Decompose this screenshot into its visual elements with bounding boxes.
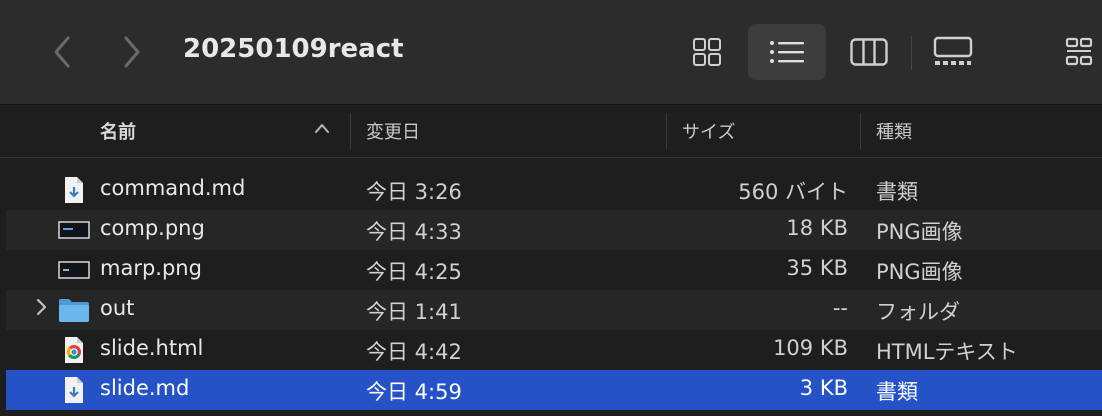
group-icon [1065, 37, 1093, 66]
toolbar: 20250109react [0, 0, 1102, 105]
file-size: 560 バイト [738, 180, 848, 204]
png-thumbnail-icon [58, 256, 90, 284]
column-header: 名前 変更日 サイズ 種類 [0, 105, 1102, 158]
file-name: slide.html [100, 336, 204, 360]
chevron-right-icon[interactable] [110, 30, 154, 74]
file-row[interactable]: comp.png 今日 4:33 18 KB PNG画像 [6, 210, 1102, 250]
file-size: -- [832, 296, 848, 320]
file-name: command.md [100, 176, 246, 200]
column-header-kind[interactable]: 種類 [876, 118, 912, 144]
file-size: 18 KB [786, 216, 848, 240]
file-name: comp.png [100, 216, 205, 240]
file-name: out [100, 296, 135, 320]
column-header-size[interactable]: サイズ [682, 118, 735, 144]
column-header-name[interactable]: 名前 [100, 118, 136, 144]
file-row[interactable]: command.md 今日 3:26 560 バイト 書類 [6, 170, 1102, 210]
chevron-left-icon[interactable] [40, 30, 84, 74]
file-row[interactable]: slide.html 今日 4:42 109 KB HTMLテキスト [6, 330, 1102, 370]
column-header-date[interactable]: 変更日 [366, 118, 420, 144]
file-kind: PNG画像 [876, 260, 963, 284]
folder-icon [58, 296, 90, 324]
file-date: 今日 4:25 [366, 260, 462, 284]
file-kind: 書類 [876, 180, 918, 204]
file-kind: フォルダ [876, 300, 960, 324]
file-row-selected[interactable]: slide.md 今日 4:59 3 KB 書類 [6, 370, 1102, 410]
markdown-doc-icon [58, 176, 90, 204]
disclosure-triangle-icon[interactable] [36, 297, 48, 321]
file-row[interactable]: marp.png 今日 4:25 35 KB PNG画像 [6, 250, 1102, 290]
icon-view-button[interactable] [668, 24, 746, 80]
file-size: 109 KB [773, 336, 848, 360]
markdown-doc-icon [58, 376, 90, 404]
file-date: 今日 4:42 [366, 340, 462, 364]
file-date: 今日 4:59 [366, 380, 462, 404]
column-separator[interactable] [860, 113, 861, 149]
columns-icon [850, 38, 888, 66]
file-name: marp.png [100, 256, 202, 280]
file-kind: 書類 [876, 380, 918, 404]
gallery-icon [933, 36, 973, 65]
toolbar-divider [911, 36, 912, 70]
group-button[interactable] [1055, 24, 1102, 80]
file-name: slide.md [100, 376, 190, 400]
column-separator[interactable] [666, 113, 667, 149]
file-kind: PNG画像 [876, 220, 963, 244]
column-view-button[interactable] [830, 24, 908, 80]
chrome-html-icon [58, 336, 90, 364]
sort-ascending-icon[interactable] [314, 119, 330, 138]
file-size: 3 KB [799, 376, 848, 400]
column-separator[interactable] [350, 113, 351, 149]
window-title: 20250109react [183, 34, 404, 64]
file-kind: HTMLテキスト [876, 340, 1018, 364]
file-size: 35 KB [786, 256, 848, 280]
file-date: 今日 4:33 [366, 220, 462, 244]
file-date: 今日 3:26 [366, 180, 462, 204]
png-thumbnail-icon [58, 216, 90, 244]
grid-icon [693, 38, 721, 66]
list-view-button[interactable] [748, 24, 826, 80]
list-icon [770, 41, 804, 63]
file-row[interactable]: out 今日 1:41 -- フォルダ [6, 290, 1102, 330]
file-date: 今日 1:41 [366, 300, 462, 324]
gallery-view-button[interactable] [914, 24, 992, 80]
